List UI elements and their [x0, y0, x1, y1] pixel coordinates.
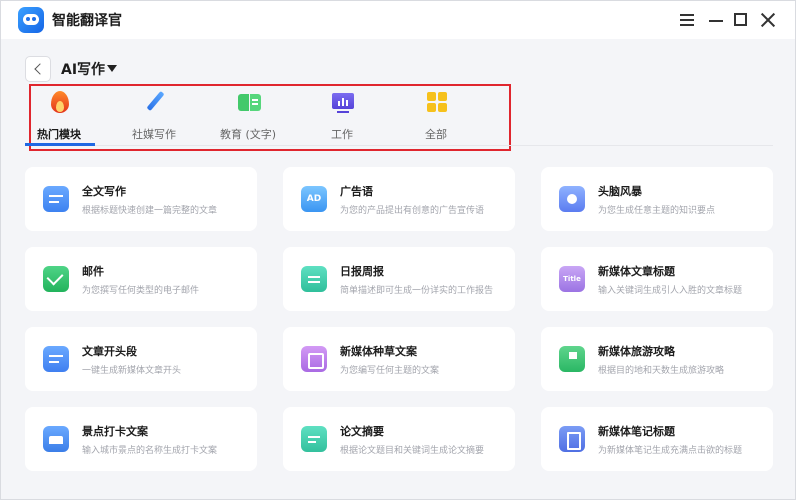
tab-social-media-writing[interactable]: 社媒写作 — [114, 89, 194, 147]
card-title: 文章开头段 — [82, 345, 137, 358]
app-window: 智能翻译官 AI写作 热门模块 社媒写作 教育 (文字) 工作 全部 全文写作 … — [0, 0, 796, 500]
card-daily-weekly-report[interactable]: 日报周报 简单描述即可生成一份详实的工作报告 — [283, 247, 515, 311]
tab-hot-modules[interactable]: 热门模块 — [19, 89, 99, 147]
card-description: 输入关键词生成引人入胜的文章标题 — [598, 286, 743, 296]
card-travel-guide[interactable]: 新媒体旅游攻略 根据目的地和天数生成旅游攻略 — [541, 327, 773, 391]
card-title: 全文写作 — [82, 185, 126, 198]
document-icon — [43, 186, 69, 212]
brain-icon — [559, 186, 585, 212]
maximize-icon[interactable] — [731, 10, 751, 30]
card-article-title[interactable]: Title 新媒体文章标题 输入关键词生成引人入胜的文章标题 — [541, 247, 773, 311]
grid-icon — [426, 91, 448, 115]
card-title: 广告语 — [340, 185, 373, 198]
card-title: 新媒体种草文案 — [340, 345, 417, 358]
card-title: 景点打卡文案 — [82, 425, 148, 438]
mail-icon — [43, 266, 69, 292]
tab-education[interactable]: 教育 (文字) — [208, 89, 288, 147]
card-email[interactable]: 邮件 为您撰写任何类型的电子邮件 — [25, 247, 257, 311]
card-brainstorm[interactable]: 头脑风暴 为您生成任意主题的知识要点 — [541, 167, 773, 231]
card-description: 根据标题快速创建一篇完整的文章 — [82, 206, 218, 216]
card-full-text-writing[interactable]: 全文写作 根据标题快速创建一篇完整的文章 — [25, 167, 257, 231]
title-icon: Title — [559, 266, 585, 292]
card-title: 日报周报 — [340, 265, 384, 278]
card-description: 为您撰写任何类型的电子邮件 — [82, 286, 200, 296]
menu-icon[interactable] — [677, 10, 697, 30]
seed-icon — [301, 346, 327, 372]
tab-work[interactable]: 工作 — [302, 89, 382, 147]
app-logo-icon — [18, 7, 44, 33]
card-description: 一键生成新媒体文章开头 — [82, 366, 182, 376]
card-title: 新媒体旅游攻略 — [598, 345, 675, 358]
card-title: 邮件 — [82, 265, 104, 278]
pen-icon — [144, 90, 166, 115]
card-paper-abstract[interactable]: 论文摘要 根据论文题目和关键词生成论文摘要 — [283, 407, 515, 471]
tab-all[interactable]: 全部 — [396, 89, 476, 147]
card-title: 论文摘要 — [340, 425, 384, 438]
paragraph-icon — [43, 346, 69, 372]
card-description: 根据目的地和天数生成旅游攻略 — [598, 366, 725, 376]
card-title: 头脑风暴 — [598, 185, 642, 198]
card-description: 为新媒体笔记生成充满点击欲的标题 — [598, 446, 743, 456]
travel-flag-icon — [559, 346, 585, 372]
tab-label: 教育 (文字) — [219, 128, 277, 141]
title-bar: 智能翻译官 — [1, 1, 795, 39]
book-icon — [238, 91, 261, 115]
fire-icon — [49, 91, 71, 115]
section-title[interactable]: AI写作 — [61, 59, 105, 79]
active-tab-indicator — [25, 143, 95, 146]
tab-label: 工作 — [331, 128, 353, 141]
back-button[interactable] — [25, 56, 51, 82]
card-description: 为您生成任意主题的知识要点 — [598, 206, 716, 216]
tab-label: 社媒写作 — [132, 128, 176, 141]
card-description: 为您编写任何主题的文案 — [340, 366, 440, 376]
card-article-opening[interactable]: 文章开头段 一键生成新媒体文章开头 — [25, 327, 257, 391]
caret-down-icon[interactable] — [107, 65, 117, 72]
card-title: 新媒体文章标题 — [598, 265, 675, 278]
abstract-icon — [301, 426, 327, 452]
app-title: 智能翻译官 — [52, 13, 122, 29]
monitor-icon — [332, 91, 354, 115]
card-description: 根据论文题目和关键词生成论文摘要 — [340, 446, 485, 456]
tab-label: 热门模块 — [37, 128, 81, 141]
card-description: 简单描述即可生成一份详实的工作报告 — [340, 286, 494, 296]
card-description: 为您的产品提出有创意的广告宣传语 — [340, 206, 485, 216]
ad-icon: AD — [301, 186, 327, 212]
minimize-icon[interactable] — [706, 10, 726, 30]
tabs-divider — [25, 145, 773, 146]
card-description: 输入城市景点的名称生成打卡文案 — [82, 446, 218, 456]
card-title: 新媒体笔记标题 — [598, 425, 675, 438]
card-note-title[interactable]: 新媒体笔记标题 为新媒体笔记生成充满点击欲的标题 — [541, 407, 773, 471]
report-icon — [301, 266, 327, 292]
card-checkin-copy[interactable]: 景点打卡文案 输入城市景点的名称生成打卡文案 — [25, 407, 257, 471]
tab-label: 全部 — [425, 128, 447, 141]
card-recommendation-copy[interactable]: 新媒体种草文案 为您编写任何主题的文案 — [283, 327, 515, 391]
close-icon[interactable] — [758, 10, 778, 30]
notebook-icon — [559, 426, 585, 452]
card-slogan[interactable]: AD 广告语 为您的产品提出有创意的广告宣传语 — [283, 167, 515, 231]
landmark-icon — [43, 426, 69, 452]
